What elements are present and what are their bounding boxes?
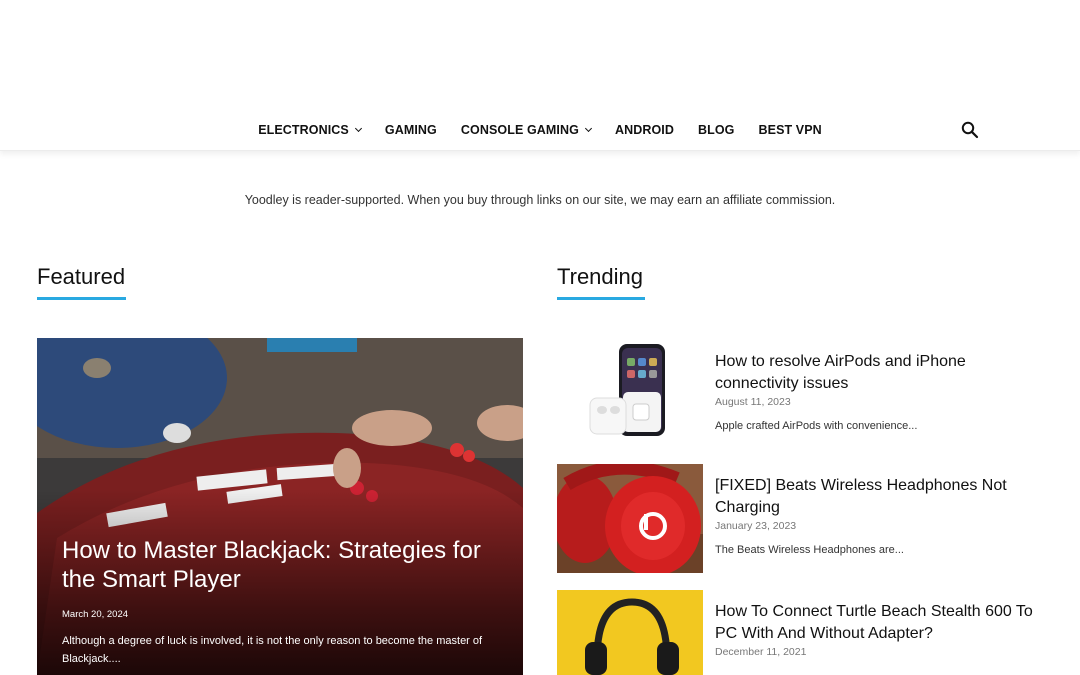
nav-item-label: GAMING xyxy=(384,123,437,137)
chevron-down-icon xyxy=(584,124,592,133)
nav-item-blog[interactable]: BLOG xyxy=(686,118,747,142)
airpods-iphone-image xyxy=(557,340,703,440)
trending-post-excerpt: The Beats Wireless Headphones are... xyxy=(715,544,904,556)
nav-item-gaming[interactable]: GAMING xyxy=(373,118,449,142)
featured-post-card[interactable]: How to Master Blackjack: Strategies for … xyxy=(37,338,523,675)
trending-post: How To Connect Turtle Beach Stealth 600 … xyxy=(557,590,1057,675)
featured-post-excerpt: Although a degree of luck is involved, i… xyxy=(62,635,483,665)
trending-post-date: December 11, 2021 xyxy=(715,646,807,658)
headset-image xyxy=(557,590,703,675)
featured-post-title[interactable]: How to Master Blackjack: Strategies for … xyxy=(62,536,512,594)
nav-item-electronics[interactable]: ELECTRONICS xyxy=(246,118,373,142)
trending-post-title[interactable]: How to resolve AirPods and iPhone connec… xyxy=(715,351,1050,395)
featured-heading: Featured xyxy=(37,264,126,300)
trending-post-date: January 23, 2023 xyxy=(715,520,797,532)
affiliate-disclosure: Yoodley is reader-supported. When you bu… xyxy=(244,193,836,207)
nav-item-label: BEST VPN xyxy=(758,123,822,137)
beats-headphones-image xyxy=(557,464,703,573)
trending-heading: Trending xyxy=(557,264,645,300)
main-nav: ELECTRONICS GAMING CONSOLE GAMING ANDROI… xyxy=(0,118,1080,142)
featured-heading-text: Featured xyxy=(37,264,126,289)
nav-item-label: BLOG xyxy=(697,123,735,137)
nav-item-label: CONSOLE GAMING xyxy=(460,123,579,137)
nav-item-best-vpn[interactable]: BEST VPN xyxy=(747,118,834,142)
trending-post-thumbnail[interactable] xyxy=(557,340,703,449)
site-header: ELECTRONICS GAMING CONSOLE GAMING ANDROI… xyxy=(0,0,1080,151)
trending-post-title[interactable]: [FIXED] Beats Wireless Headphones Not Ch… xyxy=(715,475,1050,519)
nav-item-label: ELECTRONICS xyxy=(258,123,349,137)
search-icon[interactable] xyxy=(961,121,979,139)
featured-post-date: March 20, 2024 xyxy=(62,609,129,620)
nav-item-console-gaming[interactable]: CONSOLE GAMING xyxy=(449,118,603,142)
heading-underline xyxy=(557,297,645,300)
heading-underline xyxy=(37,297,126,300)
trending-post-title[interactable]: How To Connect Turtle Beach Stealth 600 … xyxy=(715,601,1050,645)
trending-post: How to resolve AirPods and iPhone connec… xyxy=(557,340,1057,450)
trending-post-excerpt: Apple crafted AirPods with convenience..… xyxy=(715,420,918,432)
trending-post-thumbnail[interactable] xyxy=(557,590,703,675)
trending-post-date: August 11, 2023 xyxy=(715,396,791,408)
chevron-down-icon xyxy=(354,124,362,133)
trending-heading-text: Trending xyxy=(557,264,644,289)
featured-image-overlay xyxy=(37,338,523,675)
nav-item-android[interactable]: ANDROID xyxy=(603,118,686,142)
nav-item-label: ANDROID xyxy=(614,123,674,137)
trending-post-thumbnail[interactable] xyxy=(557,464,703,573)
trending-post: [FIXED] Beats Wireless Headphones Not Ch… xyxy=(557,464,1057,574)
